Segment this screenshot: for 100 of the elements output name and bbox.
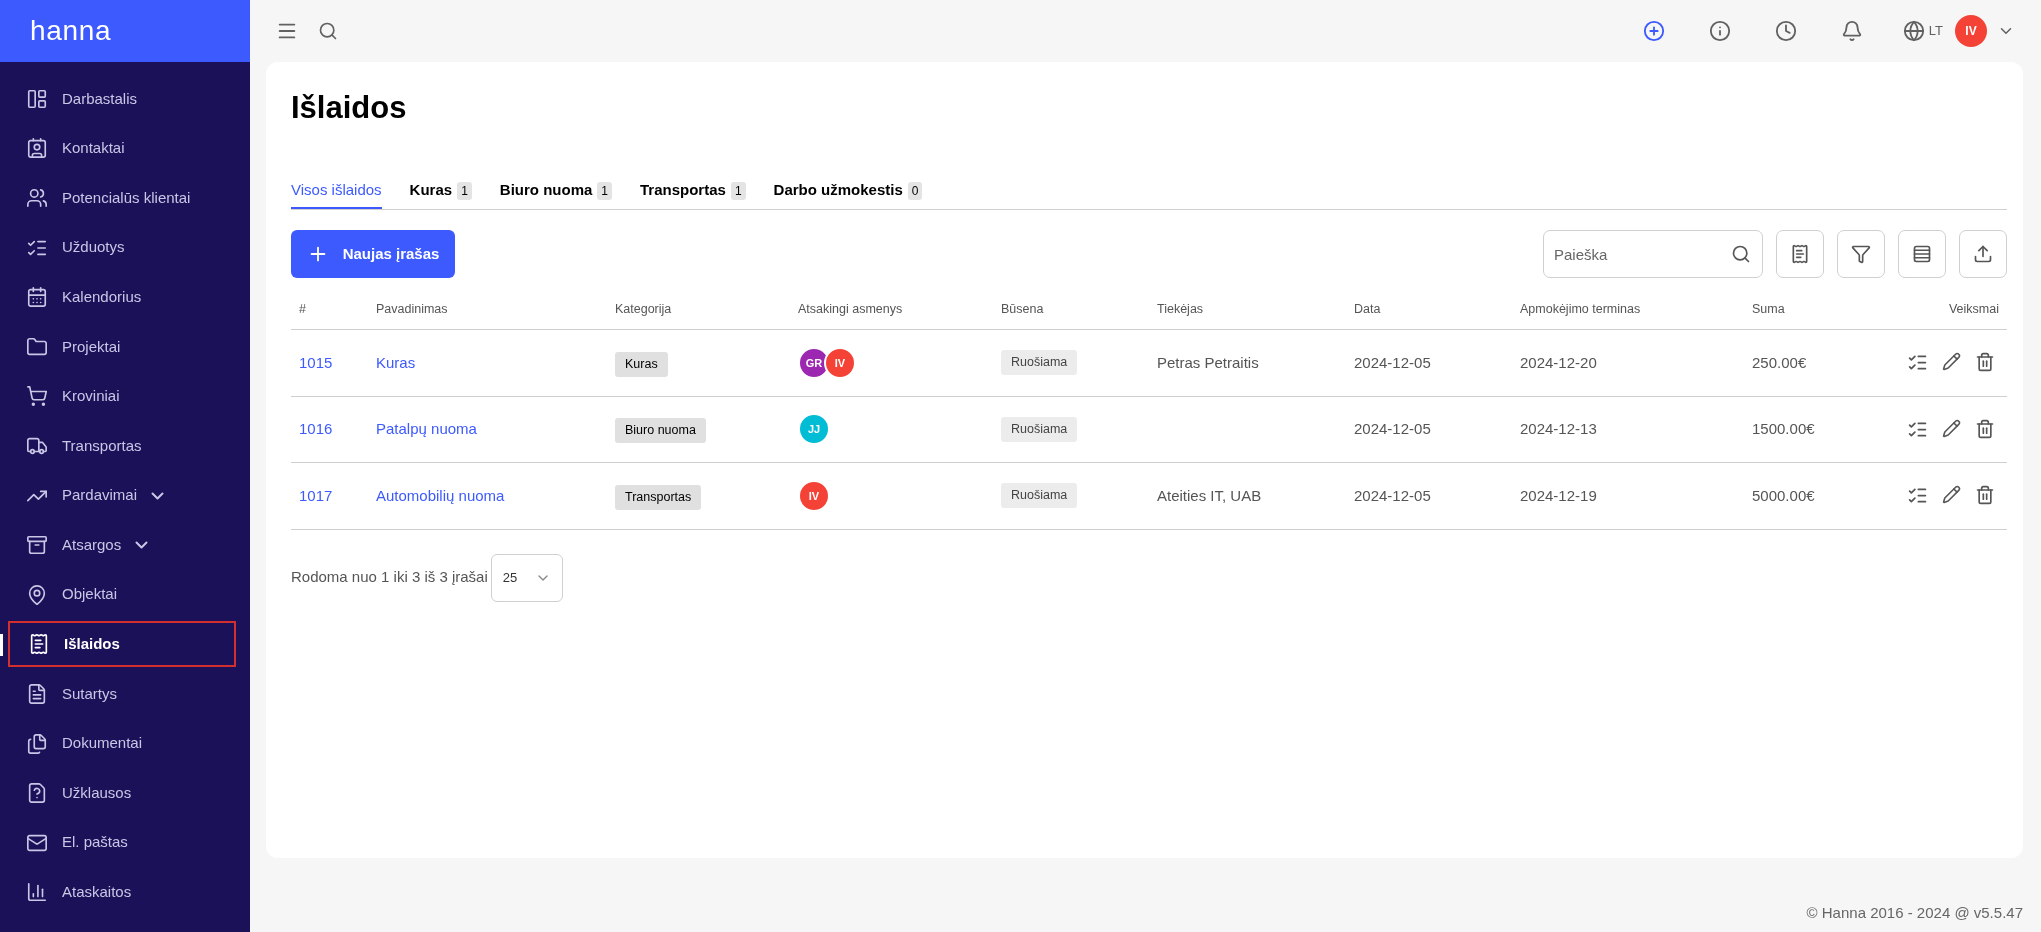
expense-name-link[interactable]: Patalpų nuoma — [368, 418, 477, 441]
row-id-link[interactable]: 1017 — [291, 484, 333, 507]
receipt-icon — [28, 633, 50, 656]
amount-text: 5000.00€ — [1751, 485, 1815, 506]
documents-icon — [26, 732, 48, 755]
bar-chart-icon — [26, 881, 48, 904]
row-id-link[interactable]: 1015 — [291, 351, 333, 374]
tab[interactable]: Biuro nuoma 1 — [499, 174, 612, 209]
logo[interactable]: hanna — [30, 10, 112, 52]
columns-button[interactable] — [1898, 230, 1946, 278]
question-icon — [26, 782, 48, 805]
sidebar-item[interactable]: Užduotys — [8, 224, 236, 271]
sidebar-item[interactable]: Atsargos — [8, 522, 236, 569]
column-header: Apmokėjimo terminas — [1519, 301, 1641, 319]
contact-card-icon — [26, 137, 48, 160]
sidebar-item[interactable]: Projektai — [8, 323, 236, 370]
row-id-link[interactable]: 1016 — [291, 418, 333, 441]
sidebar-item[interactable]: Sutartys — [8, 670, 236, 717]
sidebar-item[interactable]: El. paštas — [8, 819, 236, 866]
date-text: 2024-12-05 — [1353, 352, 1431, 373]
column-header: Kategorija — [614, 301, 672, 319]
column-header: Veiksmai — [1948, 301, 2000, 319]
supplier-text: Petras Petraitis — [1157, 353, 1259, 371]
notification-icon[interactable] — [1840, 20, 1863, 42]
date-text: 2024-12-05 — [1353, 419, 1431, 439]
count-badge: 1 — [730, 181, 746, 200]
tab[interactable]: Transportas 1 — [640, 174, 746, 209]
expense-name-link[interactable]: Kuras — [368, 351, 416, 374]
person-avatar: IV — [798, 479, 830, 512]
active-indicator — [0, 633, 3, 656]
amount-text: 1500.00€ — [1751, 419, 1815, 439]
sidebar-item[interactable]: Transportas — [8, 422, 236, 469]
folder-icon — [26, 335, 48, 358]
map-pin-icon — [26, 583, 48, 606]
sidebar-item[interactable]: Dokumentai — [8, 720, 236, 767]
column-header: Pavadinimas — [375, 301, 448, 319]
archive-icon — [26, 534, 48, 557]
pagination-summary: Rodoma nuo 1 iki 3 iš 3 įrašai — [291, 567, 488, 588]
clock-icon[interactable] — [1774, 20, 1797, 42]
users-icon — [26, 187, 48, 209]
add-icon[interactable] — [1642, 20, 1665, 42]
category-tag: Transportas — [615, 484, 702, 510]
tab[interactable]: Visos išlaidos — [291, 174, 382, 209]
sidebar-item[interactable]: Kontaktai — [8, 125, 236, 172]
due-date-text: 2024-12-20 — [1519, 352, 1597, 373]
language-label[interactable]: LT — [1928, 21, 1943, 41]
filter-icon — [1851, 244, 1871, 264]
sidebar-item[interactable]: Kalendorius — [8, 274, 236, 321]
sidebar-item[interactable]: Objektai — [8, 571, 236, 618]
export-button[interactable] — [1959, 230, 2007, 278]
sidebar-item[interactable]: Išlaidos — [8, 621, 236, 668]
info-icon[interactable] — [1708, 20, 1731, 42]
layout-icon — [26, 87, 48, 110]
count-badge: 0 — [907, 181, 923, 200]
edit-icon[interactable] — [1942, 352, 1961, 372]
page-size-select[interactable]: 25 — [490, 553, 563, 602]
user-avatar[interactable]: IV — [1955, 15, 1987, 47]
count-badge: 1 — [457, 181, 472, 200]
person-avatar: IV — [824, 346, 856, 379]
receipt-icon — [1790, 244, 1810, 264]
due-date-text: 2024-12-19 — [1519, 485, 1597, 506]
status-tag: Ruošiama — [1001, 350, 1078, 376]
search-icon — [1731, 244, 1751, 264]
due-date-text: 2024-12-13 — [1519, 419, 1597, 439]
count-badge: 1 — [597, 181, 612, 200]
column-header: Tiekėjas — [1156, 301, 1204, 319]
page-title: Išlaidos — [291, 90, 408, 126]
document-icon — [26, 682, 48, 705]
sidebar-item[interactable]: Užklausos — [8, 770, 236, 817]
column-header: # — [298, 301, 306, 319]
date-text: 2024-12-05 — [1353, 485, 1431, 506]
column-header: Atsakingi asmenys — [797, 301, 903, 319]
sidebar-item[interactable]: Darbastalis — [8, 75, 236, 122]
edit-icon[interactable] — [1942, 418, 1961, 438]
status-tag: Ruošiama — [1001, 416, 1078, 442]
sidebar-item[interactable]: Pardavimai — [8, 472, 236, 519]
new-entry-button[interactable]: Naujas įrašas — [291, 230, 455, 278]
status-tag: Ruošiama — [1001, 483, 1078, 509]
tab[interactable]: Darbo užmokestis 0 — [773, 174, 923, 209]
delete-icon[interactable] — [1975, 485, 1995, 506]
delete-icon[interactable] — [1975, 418, 1995, 439]
search-field[interactable]: Paieška — [1543, 230, 1763, 278]
sidebar-item[interactable]: Ataskaitos — [8, 869, 236, 916]
expense-name-link[interactable]: Automobilių nuoma — [368, 484, 505, 507]
column-header: Būsena — [1000, 301, 1044, 319]
person-avatar: JJ — [798, 413, 830, 446]
edit-icon[interactable] — [1942, 485, 1961, 505]
column-header: Suma — [1751, 301, 1785, 319]
sidebar-item[interactable]: Potencialūs klientai — [8, 175, 236, 221]
search-icon[interactable] — [318, 21, 338, 41]
receipt-button[interactable] — [1776, 230, 1824, 278]
globe-icon[interactable] — [1902, 20, 1925, 42]
sidebar-item[interactable]: Kroviniai — [8, 373, 236, 420]
calendar-icon — [26, 286, 48, 309]
filter-button[interactable] — [1837, 230, 1885, 278]
supplier-text: Ateities IT, UAB — [1157, 486, 1262, 504]
tab[interactable]: Kuras 1 — [409, 174, 472, 209]
delete-icon[interactable] — [1975, 352, 1995, 373]
footer-text: © Hanna 2016 - 2024 @ v5.5.47 — [1806, 902, 2023, 923]
column-header: Data — [1353, 301, 1381, 319]
